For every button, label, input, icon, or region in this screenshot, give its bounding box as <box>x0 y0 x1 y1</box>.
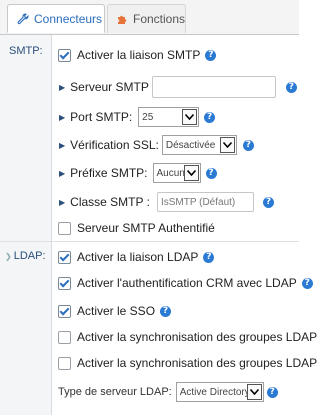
help-icon[interactable]: ? <box>204 111 216 123</box>
smtp-class-label: Classe SMTP : <box>70 195 150 209</box>
ldap-crm-auth-checkbox[interactable] <box>58 276 71 290</box>
chevron-right-icon: ▶ <box>59 197 66 207</box>
smtp-section-label: SMTP: <box>9 45 43 57</box>
smtp-server-row: ▶ Serveur SMTP ? <box>56 76 297 98</box>
help-icon[interactable]: ? <box>205 167 217 179</box>
smtp-auth-checkbox[interactable] <box>58 221 71 235</box>
help-icon[interactable]: ? <box>262 196 274 208</box>
smtp-auth-row: Serveur SMTP Authentifié <box>58 221 215 235</box>
chevron-right-icon: ▶ <box>59 82 66 92</box>
chevron-right-icon: ▶ <box>59 140 66 150</box>
smtp-prefix-select[interactable]: Aucun <box>152 163 201 183</box>
ldap-section-text: LDAP: <box>13 250 46 262</box>
smtp-port-select[interactable]: 25 <box>138 107 200 127</box>
tab-label: Fonctions <box>133 12 186 26</box>
ldap-sync-groups-label-2: Activer la synchronisation des groupes L… <box>77 356 320 370</box>
ldap-sso-checkbox[interactable] <box>58 304 71 318</box>
smtp-auth-label: Serveur SMTP Authentifié <box>77 221 215 235</box>
smtp-prefix-row: ▶ Préfixe SMTP: Aucun ? <box>56 163 217 183</box>
ldap-sso-row: Activer le SSO ? <box>58 304 172 318</box>
smtp-class-select[interactable]: IsSMTP (Défaut) <box>156 192 254 212</box>
smtp-ssl-row: ▶ Vérification SSL: Désactivée ? <box>56 135 254 155</box>
tab-label: Connecteurs <box>34 11 103 26</box>
smtp-port-label: Port SMTP: <box>70 110 133 124</box>
smtp-class-row: ▶ Classe SMTP : IsSMTP (Défaut) ? <box>56 192 274 212</box>
smtp-port-row: ▶ Port SMTP: 25 ? <box>56 107 216 127</box>
smtp-ssl-label: Vérification SSL: <box>70 138 159 152</box>
ldap-crm-auth-row: Activer l'authentification CRM avec LDAP… <box>58 276 313 290</box>
smtp-prefix-value: Aucun <box>156 167 185 179</box>
ldap-server-type-select[interactable]: Active Directory <box>175 382 264 402</box>
ldap-sync-groups-checkbox-1[interactable] <box>58 330 71 344</box>
wrench-icon <box>17 12 29 25</box>
puzzle-icon <box>116 13 128 25</box>
ldap-crm-auth-label: Activer l'authentification CRM avec LDAP <box>77 276 297 290</box>
ldap-server-type-row: Type de serveur LDAP: Active Directory ? <box>58 382 278 402</box>
ldap-section-label: ❯ LDAP: <box>5 250 46 262</box>
ldap-enable-row: Activer la liaison LDAP ? <box>58 250 215 264</box>
help-icon[interactable]: ? <box>301 277 313 289</box>
tab-fonctions[interactable]: Fonctions <box>107 4 186 33</box>
section-divider <box>0 241 299 242</box>
help-icon[interactable]: ? <box>242 139 254 151</box>
help-icon[interactable]: ? <box>203 251 215 263</box>
ldap-label-arrow: ❯ <box>5 252 12 261</box>
ldap-server-type-label: Type de serveur LDAP: <box>58 386 172 398</box>
smtp-ssl-select[interactable]: Désactivée <box>161 135 237 155</box>
smtp-server-input[interactable] <box>151 76 276 98</box>
smtp-enable-row: Activer la liaison SMTP ? <box>58 48 217 62</box>
ldap-sync-groups-row-2: Activer la synchronisation des groupes L… <box>58 356 320 370</box>
chevron-down-icon <box>182 109 198 125</box>
smtp-port-value: 25 <box>142 111 154 123</box>
smtp-server-label: Serveur SMTP <box>70 80 149 94</box>
chevron-right-icon: ▶ <box>59 112 66 122</box>
ldap-server-type-value: Active Directory <box>179 386 250 398</box>
section-label-column <box>0 35 52 415</box>
ldap-enable-checkbox[interactable] <box>58 250 71 264</box>
ldap-enable-label: Activer la liaison LDAP <box>77 250 199 264</box>
help-icon[interactable]: ? <box>160 305 172 317</box>
smtp-ssl-value: Désactivée <box>165 139 216 151</box>
help-icon[interactable]: ? <box>205 49 217 61</box>
ldap-sync-groups-checkbox-2[interactable] <box>58 356 71 370</box>
smtp-class-value: IsSMTP (Défaut) <box>160 196 236 208</box>
chevron-down-icon <box>246 384 262 400</box>
smtp-enable-label: Activer la liaison SMTP <box>77 48 201 62</box>
chevron-down-icon <box>219 137 235 153</box>
ldap-sync-groups-row-1: Activer la synchronisation des groupes L… <box>58 330 320 344</box>
ldap-sso-label: Activer le SSO <box>77 304 156 318</box>
help-icon[interactable]: ? <box>266 386 278 398</box>
tab-bar: Connecteurs Fonctions <box>0 0 299 35</box>
tab-connecteurs[interactable]: Connecteurs <box>7 4 105 33</box>
smtp-enable-checkbox[interactable] <box>58 48 71 62</box>
chevron-down-icon <box>183 165 199 181</box>
smtp-prefix-label: Préfixe SMTP: <box>70 166 148 180</box>
ldap-sync-groups-label-1: Activer la synchronisation des groupes L… <box>77 330 320 344</box>
help-icon[interactable]: ? <box>285 81 297 93</box>
chevron-right-icon: ▶ <box>59 168 66 178</box>
